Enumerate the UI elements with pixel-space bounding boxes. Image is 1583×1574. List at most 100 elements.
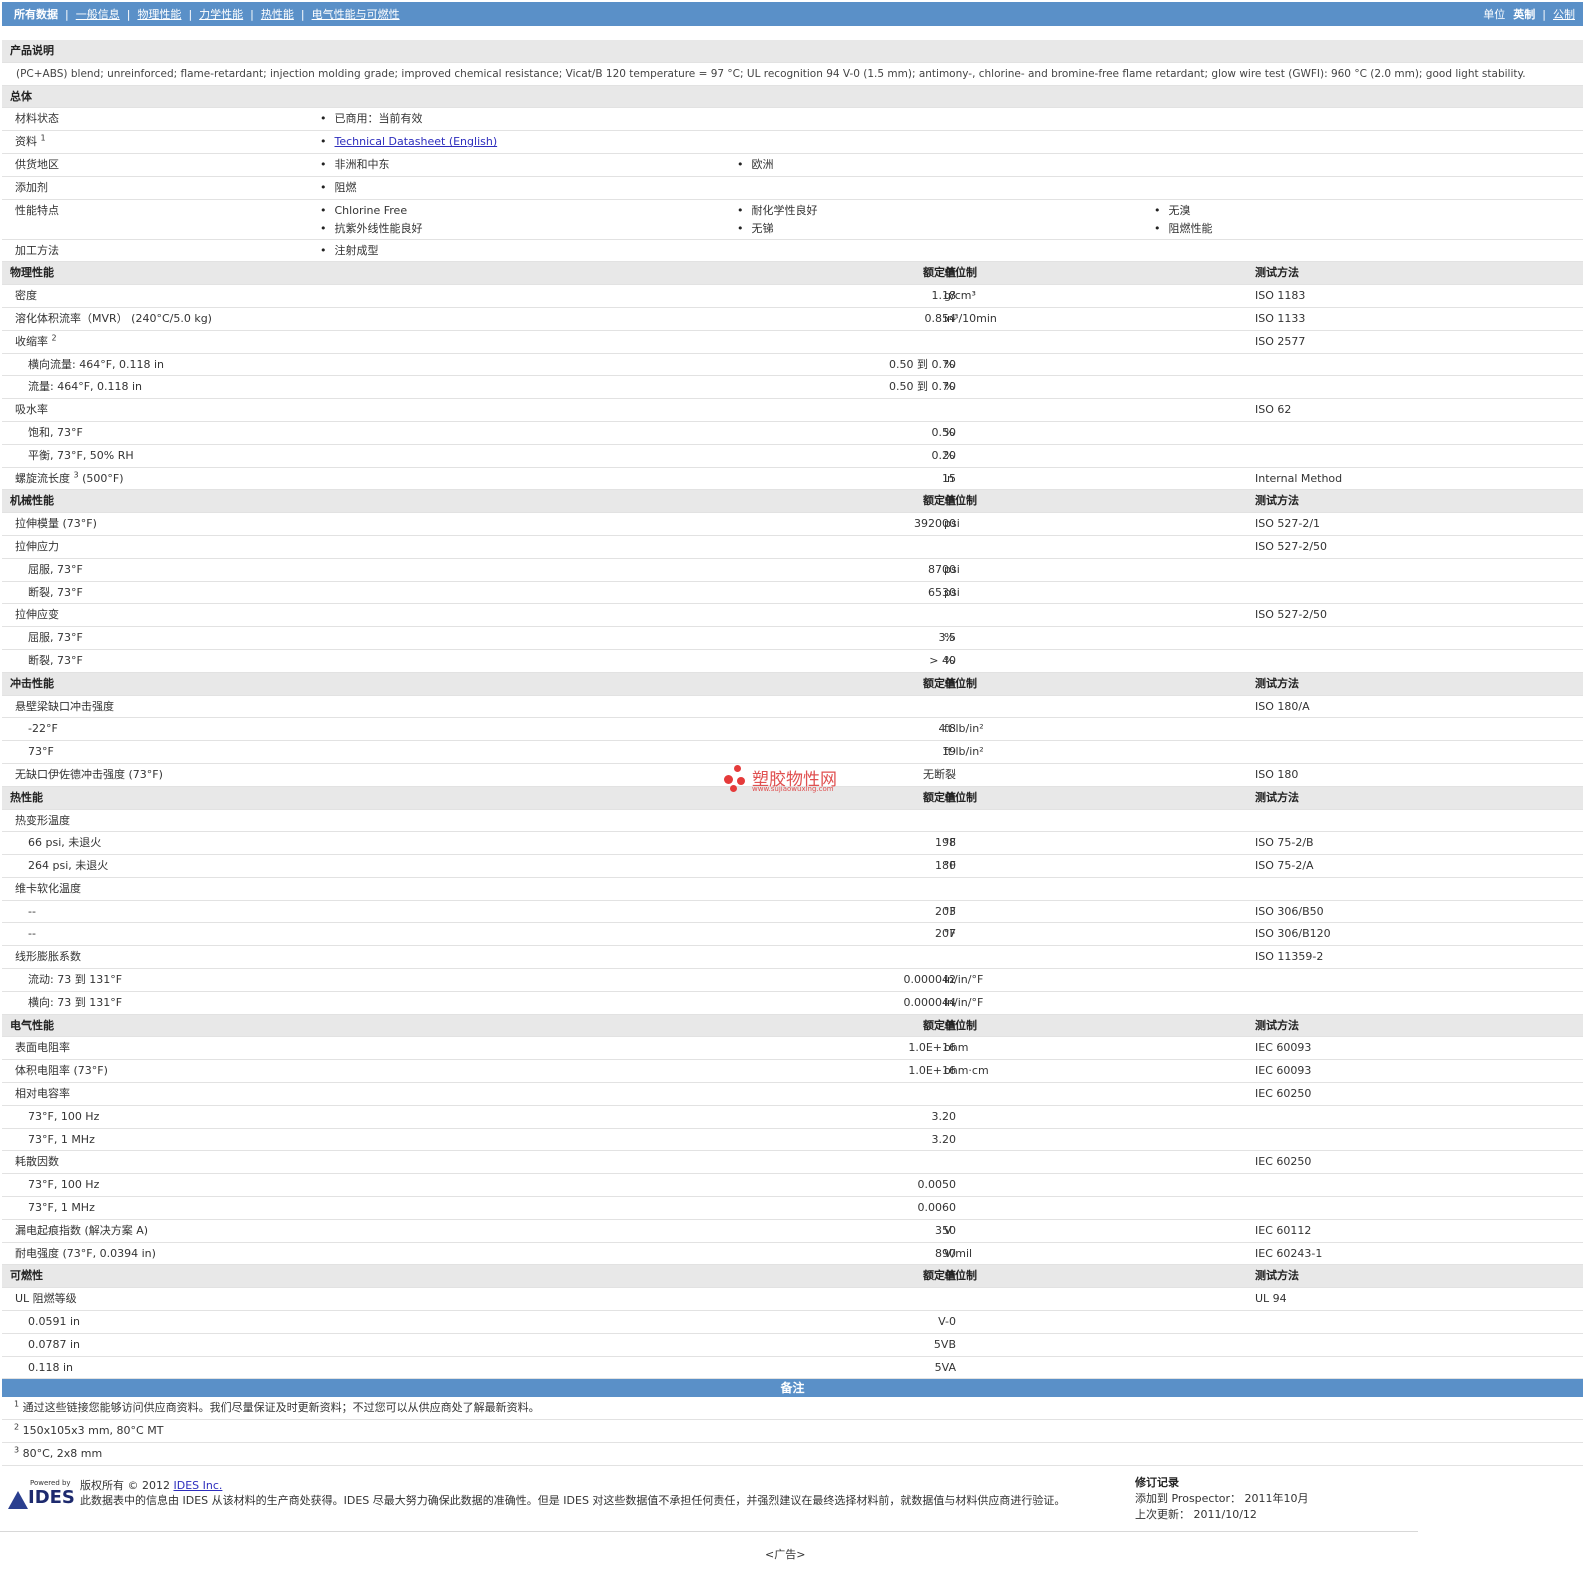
test-method: Internal Method (1255, 471, 1343, 485)
col-header-method: 测试方法 (1255, 676, 1299, 690)
test-method: IEC 60093 (1255, 1064, 1312, 1078)
section-title: 电气性能 (10, 1018, 54, 1032)
property-name: 收缩率 (15, 334, 48, 348)
unit-imperial[interactable]: 英制 (1513, 6, 1535, 22)
property-name: 耗散因数 (15, 1155, 59, 1169)
property-name: 耐电强度 (73°F, 0.0394 in) (15, 1246, 156, 1260)
revision-updated: 上次更新： 2011/10/12 (1135, 1508, 1257, 1521)
property-unit: g/cm³ (944, 289, 976, 303)
test-method: ISO 306/B50 (1255, 904, 1324, 918)
property-label: 拉伸应力 (15, 536, 59, 558)
general-row-features: 性能特点 Chlorine Free 耐化学性良好 无溴 抗紫外线性能良好 无锑… (2, 199, 1583, 240)
tab-mechanical[interactable]: 力学性能 (199, 6, 243, 22)
property-row: -- 207 °F ISO 306/B120 (2, 923, 1583, 947)
technical-datasheet-link[interactable]: Technical Datasheet (English) (335, 135, 498, 148)
property-label: -22°F (28, 718, 58, 740)
section-header-description: 产品说明 (2, 40, 1583, 63)
property-value: 0.0050 (917, 1178, 957, 1192)
property-label: 屈服, 73°F (28, 559, 83, 581)
tab-physical[interactable]: 物理性能 (137, 6, 181, 22)
footer-divider (0, 1531, 1418, 1532)
watermark-logo-icon (724, 775, 733, 784)
ides-link[interactable]: IDES Inc. (173, 1479, 222, 1492)
property-name: UL 阻燃等级 (15, 1292, 77, 1306)
property-name: 断裂, 73°F (28, 585, 83, 599)
property-label: 相对电容率 (15, 1083, 70, 1105)
tab-electrical-flammability[interactable]: 电气性能与可燃性 (312, 6, 400, 22)
property-label: 横向流量: 464°F, 0.118 in (28, 354, 164, 376)
revision-added: 添加到 Prospector： 2011年10月 (1135, 1492, 1309, 1505)
tab-general-info[interactable]: 一般信息 (76, 6, 120, 22)
property-row: 断裂, 73°F > 40% (2, 649, 1583, 673)
test-method: IEC 60250 (1255, 1087, 1312, 1101)
property-row: 维卡软化温度 (2, 877, 1583, 901)
property-row: 吸水率 ISO 62 (2, 399, 1583, 422)
property-label: 流动: 73 到 131°F (28, 969, 122, 991)
property-label: 73°F, 100 Hz (28, 1106, 99, 1128)
property-unit: psi (944, 562, 960, 576)
test-method: ISO 180/A (1255, 699, 1310, 713)
section-title: 总体 (10, 89, 32, 103)
property-row: 横向流量: 464°F, 0.118 in 0.50 到 0.70% (2, 353, 1583, 377)
property-label: -- (28, 923, 36, 945)
property-name: 悬壁梁缺口冲击强度 (15, 699, 114, 713)
property-label: 拉伸模量 (73°F) (15, 513, 97, 535)
property-label: 断裂, 73°F (28, 650, 83, 672)
property-unit: % (944, 448, 955, 462)
property-row: 饱和, 73°F 0.50% (2, 421, 1583, 445)
test-method: IEC 60250 (1255, 1155, 1312, 1169)
watermark-url: www.sujiaowuxing.com (752, 785, 834, 793)
property-name: 维卡软化温度 (15, 881, 81, 895)
test-method: ISO 11359-2 (1255, 950, 1324, 964)
property-label: UL 阻燃等级 (15, 1288, 77, 1310)
unit-metric[interactable]: 公制 (1553, 6, 1575, 22)
tab-thermal[interactable]: 热性能 (261, 6, 294, 22)
property-label: -- (28, 901, 36, 923)
property-value: V-0 (938, 1315, 956, 1329)
test-method: IEC 60243-1 (1255, 1246, 1323, 1260)
property-value: 5VA (934, 1360, 956, 1374)
section-title: 可燃性 (10, 1269, 43, 1283)
property-row: 流量: 464°F, 0.118 in 0.50 到 0.70% (2, 376, 1583, 400)
section-header-flammability: 可燃性 额定值 单位制 测试方法 (2, 1265, 1583, 1289)
property-row: 73°F 19 ft·lb/in² (2, 741, 1583, 764)
feature-item: 耐化学性良好 (737, 201, 818, 221)
notes-header: 备注 (2, 1379, 1583, 1398)
general-row-docs: 资料 1 Technical Datasheet (English) (2, 131, 1583, 154)
section-header-physical: 物理性能 额定值 单位制 测试方法 (2, 262, 1583, 286)
property-value: 无断裂 (923, 767, 956, 781)
test-method: ISO 527-2/1 (1255, 517, 1321, 531)
property-label: 悬壁梁缺口冲击强度 (15, 696, 114, 718)
note-row: 3 80°C, 2x8 mm (2, 1443, 1583, 1466)
footnote-ref: 2 (51, 333, 57, 343)
property-row: 73°F, 100 Hz 0.0050 (2, 1174, 1583, 1198)
col-header-method: 测试方法 (1255, 1018, 1299, 1032)
property-unit: V (944, 1223, 952, 1237)
property-unit: % (944, 631, 955, 645)
note-row: 2 150x105x3 mm, 80°C MT (2, 1420, 1583, 1444)
property-unit: °F (944, 859, 956, 873)
test-method: ISO 75-2/B (1255, 836, 1314, 850)
top-nav-bar: 所有数据 | 一般信息 | 物理性能 | 力学性能 | 热性能 | 电气性能与可燃性 单位… (2, 2, 1583, 26)
tab-all-data[interactable]: 所有数据 (14, 6, 58, 22)
test-method: ISO 2577 (1255, 334, 1306, 348)
col-header-unit: 单位制 (944, 790, 977, 804)
property-row: 拉伸模量 (73°F) 392000 psi ISO 527-2/1 (2, 513, 1583, 536)
property-label: 耗散因数 (15, 1151, 59, 1173)
note-number: 1 (14, 1399, 20, 1409)
property-name: 密度 (15, 289, 37, 303)
property-unit: % (944, 653, 955, 667)
property-name: -22°F (28, 722, 58, 736)
property-name: 0.0591 in (28, 1315, 81, 1329)
property-row: 73°F, 100 Hz 3.20 (2, 1105, 1583, 1129)
property-row: -- 203 °F ISO 306/B50 (2, 900, 1583, 924)
notes-list: 1 通过这些链接您能够访问供应商资料。我们尽量保证及时更新资料；不过您可以从供应… (2, 1397, 1583, 1466)
property-row: 66 psi, 未退火 198 °F ISO 75-2/B (2, 832, 1583, 856)
property-row: 拉伸应力 ISO 527-2/50 (2, 535, 1583, 559)
property-label: 平衡, 73°F, 50% RH (28, 445, 134, 467)
section-title: 冲击性能 (10, 676, 54, 690)
property-sections: 物理性能 额定值 单位制 测试方法 密度 1.18 g/cm³ ISO 1183 溶化体积流率（… (2, 262, 1583, 1380)
feature-item: 阻燃性能 (1154, 219, 1213, 239)
property-unit: % (944, 425, 955, 439)
property-row: 表面电阻率 1.0E+16 ohm IEC 60093 (2, 1037, 1583, 1061)
